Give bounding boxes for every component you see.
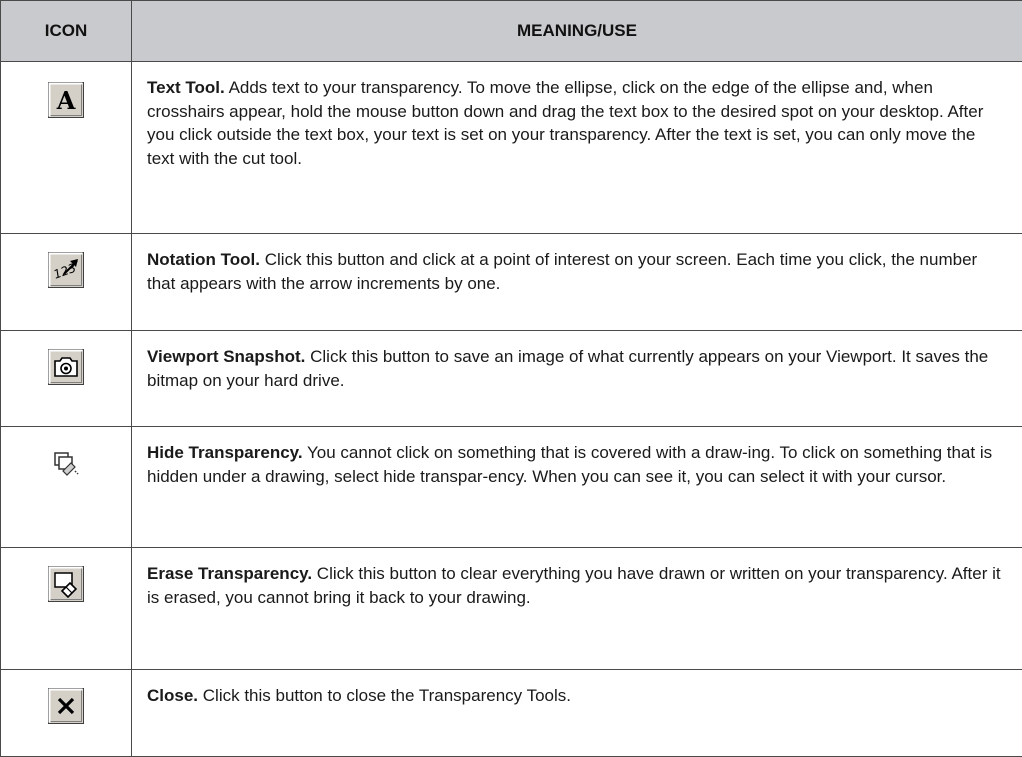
meaning-column-header: MEANING/USE: [132, 1, 1022, 62]
icon-reference-table: ICON MEANING/USE A Text Tool. Adds text …: [0, 0, 1022, 757]
row-title: Erase Transparency.: [147, 564, 312, 583]
meaning-cell: Close. Click this button to close the Tr…: [132, 670, 1022, 757]
table-row: Erase Transparency. Click this button to…: [1, 548, 1022, 670]
row-description: Click this button and click at a point o…: [147, 250, 977, 293]
table-row: A Text Tool. Adds text to your transpare…: [1, 62, 1022, 234]
meaning-cell: Notation Tool. Click this button and cli…: [132, 234, 1022, 331]
meaning-cell: Hide Transparency. You cannot click on s…: [132, 427, 1022, 548]
table-row: Viewport Snapshot. Click this button to …: [1, 331, 1022, 427]
text-tool-glyph: A: [56, 86, 76, 115]
table-row: Hide Transparency. You cannot click on s…: [1, 427, 1022, 548]
row-title: Text Tool.: [147, 78, 225, 97]
row-title: Viewport Snapshot.: [147, 347, 305, 366]
notation-tool-icon: 123: [48, 252, 84, 288]
meaning-cell: Viewport Snapshot. Click this button to …: [132, 331, 1022, 427]
eraser-icon: [48, 566, 84, 602]
icon-column-header: ICON: [1, 1, 132, 62]
table-row: 123 Notation Tool. Click this button and…: [1, 234, 1022, 331]
row-title: Hide Transparency.: [147, 443, 303, 462]
meaning-cell: Erase Transparency. Click this button to…: [132, 548, 1022, 670]
camera-icon: [48, 349, 84, 385]
table-header-row: ICON MEANING/USE: [1, 1, 1022, 62]
hide-transparency-icon: [48, 445, 84, 481]
close-icon: [48, 688, 84, 724]
meaning-cell: Text Tool. Adds text to your transparenc…: [132, 62, 1022, 234]
text-tool-icon: A: [48, 82, 84, 118]
row-description: Adds text to your transparency. To move …: [147, 78, 983, 168]
row-title: Notation Tool.: [147, 250, 260, 269]
table-row: Close. Click this button to close the Tr…: [1, 670, 1022, 757]
